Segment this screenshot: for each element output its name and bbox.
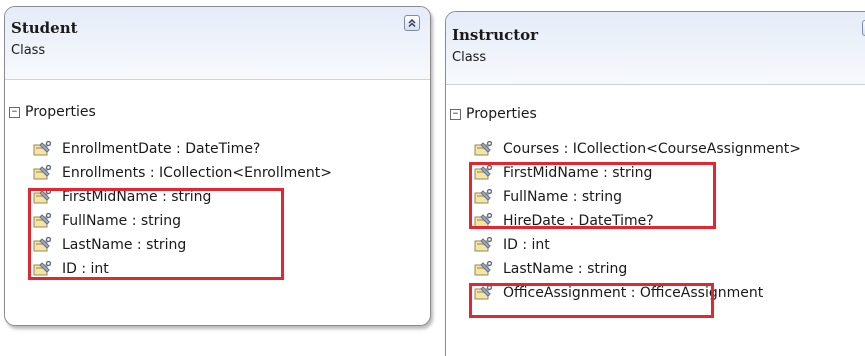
- class-title: Instructor: [452, 26, 539, 44]
- class-title: Student: [11, 19, 78, 37]
- property-label: HireDate : DateTime?: [503, 213, 654, 229]
- instructor-property-list: Courses : ICollection<CourseAssignment> …: [446, 137, 801, 305]
- property-label: FullName : string: [503, 189, 623, 205]
- property-wrench-icon: [33, 141, 51, 156]
- collapse-section-icon[interactable]: −: [9, 106, 20, 118]
- property-wrench-icon: [33, 165, 51, 180]
- property-item[interactable]: Courses : ICollection<CourseAssignment>: [446, 137, 801, 161]
- property-label: ID : int: [62, 261, 109, 277]
- property-item[interactable]: LastName : string: [5, 233, 332, 257]
- property-item[interactable]: ID : int: [5, 257, 332, 281]
- property-label: EnrollmentDate : DateTime?: [62, 141, 261, 157]
- property-wrench-icon: [474, 285, 492, 300]
- property-wrench-icon: [33, 213, 51, 228]
- student-class-box[interactable]: Student Class − Properties EnrollmentDat…: [4, 6, 431, 326]
- property-label: ID : int: [503, 237, 550, 253]
- property-label: LastName : string: [503, 261, 628, 277]
- property-item[interactable]: HireDate : DateTime?: [446, 209, 801, 233]
- property-item[interactable]: LastName : string: [446, 257, 801, 281]
- property-item[interactable]: FirstMidName : string: [5, 185, 332, 209]
- property-wrench-icon: [474, 165, 492, 180]
- property-label: FirstMidName : string: [62, 189, 212, 205]
- property-label: FirstMidName : string: [503, 165, 653, 181]
- class-stereotype: Class: [452, 50, 487, 65]
- instructor-class-header: Instructor Class: [446, 12, 865, 85]
- properties-section-header[interactable]: − Properties: [450, 106, 537, 122]
- property-label: LastName : string: [62, 237, 187, 253]
- property-item[interactable]: Enrollments : ICollection<Enrollment>: [5, 161, 332, 185]
- property-wrench-icon: [474, 141, 492, 156]
- instructor-class-box[interactable]: Instructor Class − Properties Courses: …: [445, 11, 865, 356]
- property-wrench-icon: [33, 237, 51, 252]
- class-diagram-canvas: Student Class − Properties EnrollmentDat…: [0, 0, 865, 356]
- property-label: FullName : string: [62, 213, 182, 229]
- class-stereotype: Class: [11, 43, 46, 58]
- property-item[interactable]: OfficeAssignment : OfficeAssignment: [446, 281, 801, 305]
- property-label: Enrollments : ICollection<Enrollment>: [62, 165, 332, 181]
- property-wrench-icon: [474, 213, 492, 228]
- property-wrench-icon: [474, 189, 492, 204]
- double-chevron-up-icon[interactable]: [404, 15, 420, 31]
- student-class-header: Student Class: [5, 7, 430, 80]
- section-label: Properties: [466, 106, 537, 122]
- collapse-section-icon[interactable]: −: [450, 108, 461, 120]
- student-property-list: EnrollmentDate : DateTime? Enrollments :…: [5, 137, 332, 281]
- section-label: Properties: [25, 104, 96, 120]
- property-item[interactable]: FullName : string: [5, 209, 332, 233]
- property-item[interactable]: ID : int: [446, 233, 801, 257]
- property-wrench-icon: [33, 189, 51, 204]
- property-label: Courses : ICollection<CourseAssignment>: [503, 141, 801, 157]
- property-item[interactable]: FirstMidName : string: [446, 161, 801, 185]
- property-wrench-icon: [474, 261, 492, 276]
- property-item[interactable]: EnrollmentDate : DateTime?: [5, 137, 332, 161]
- property-wrench-icon: [474, 237, 492, 252]
- property-wrench-icon: [33, 261, 51, 276]
- property-item[interactable]: FullName : string: [446, 185, 801, 209]
- property-label: OfficeAssignment : OfficeAssignment: [503, 285, 764, 301]
- properties-section-header[interactable]: − Properties: [9, 104, 96, 120]
